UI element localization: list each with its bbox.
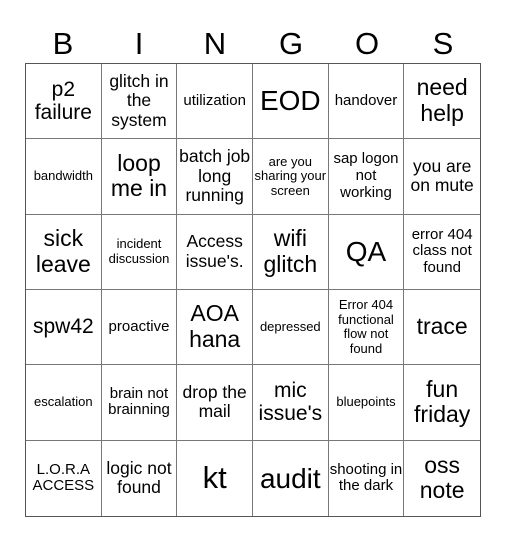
bingo-cell[interactable]: audit	[253, 440, 329, 516]
bingo-cell[interactable]: you are on mute	[404, 139, 480, 215]
bingo-cell[interactable]: handover	[328, 64, 405, 140]
bingo-cell[interactable]: loop me in	[101, 139, 178, 215]
bingo-cell[interactable]: escalation	[26, 365, 102, 441]
bingo-cell[interactable]: trace	[404, 290, 480, 366]
header-letter-o: O	[354, 26, 380, 61]
bingo-cell[interactable]: mic issue's	[252, 365, 329, 441]
header-letter-s: S	[432, 26, 454, 61]
bingo-cell[interactable]: are you sharing your screen	[252, 139, 329, 215]
header-letter-i: I	[134, 26, 144, 61]
bingo-cell[interactable]: shooting in the dark	[329, 440, 405, 516]
bingo-cell[interactable]: Error 404 functional flow not found	[328, 290, 405, 366]
bingo-cell[interactable]: need help	[404, 64, 480, 140]
bingo-cell[interactable]: batch job long running	[177, 139, 253, 215]
bingo-cell[interactable]: brain not brainning	[101, 365, 178, 441]
bingo-cell[interactable]: Access issue's.	[177, 214, 253, 290]
bingo-cell[interactable]: EOD	[252, 64, 329, 140]
bingo-cell[interactable]: sick leave	[26, 214, 102, 290]
bingo-cell[interactable]: kt	[177, 440, 253, 516]
bingo-cell[interactable]: glitch in the system	[101, 64, 178, 140]
bingo-cell[interactable]: p2 failure	[26, 64, 102, 140]
bingo-cell[interactable]: QA	[328, 214, 405, 290]
bingo-cell[interactable]: proactive	[101, 290, 178, 366]
bingo-cell[interactable]: L.O.R.A ACCESS	[26, 440, 102, 516]
header-letter-b: B	[52, 26, 74, 61]
header-letter-n: N	[203, 26, 227, 61]
bingo-cell[interactable]: AOA hana	[177, 290, 253, 366]
bingo-header: B I N G O S	[25, 24, 481, 64]
bingo-cell[interactable]: wifi glitch	[252, 214, 329, 290]
bingo-cell[interactable]: utilization	[177, 64, 253, 140]
bingo-cell[interactable]: logic not found	[102, 440, 178, 516]
header-letter-g: G	[278, 26, 304, 61]
bingo-grid: p2 failure glitch in the system utilizat…	[25, 63, 481, 517]
bingo-cell[interactable]: bandwidth	[26, 139, 102, 215]
bingo-cell[interactable]: fun friday	[404, 365, 480, 441]
bingo-cell[interactable]: drop the mail	[177, 365, 253, 441]
bingo-cell[interactable]: bluepoints	[328, 365, 405, 441]
bingo-cell[interactable]: incident discussion	[101, 214, 178, 290]
bingo-cell[interactable]: oss note	[404, 441, 480, 516]
bingo-cell[interactable]: spw42	[26, 290, 102, 366]
bingo-cell[interactable]: depressed	[252, 290, 329, 366]
bingo-cell[interactable]: sap logon not working	[328, 139, 405, 215]
bingo-cell[interactable]: error 404 class not found	[404, 215, 480, 290]
